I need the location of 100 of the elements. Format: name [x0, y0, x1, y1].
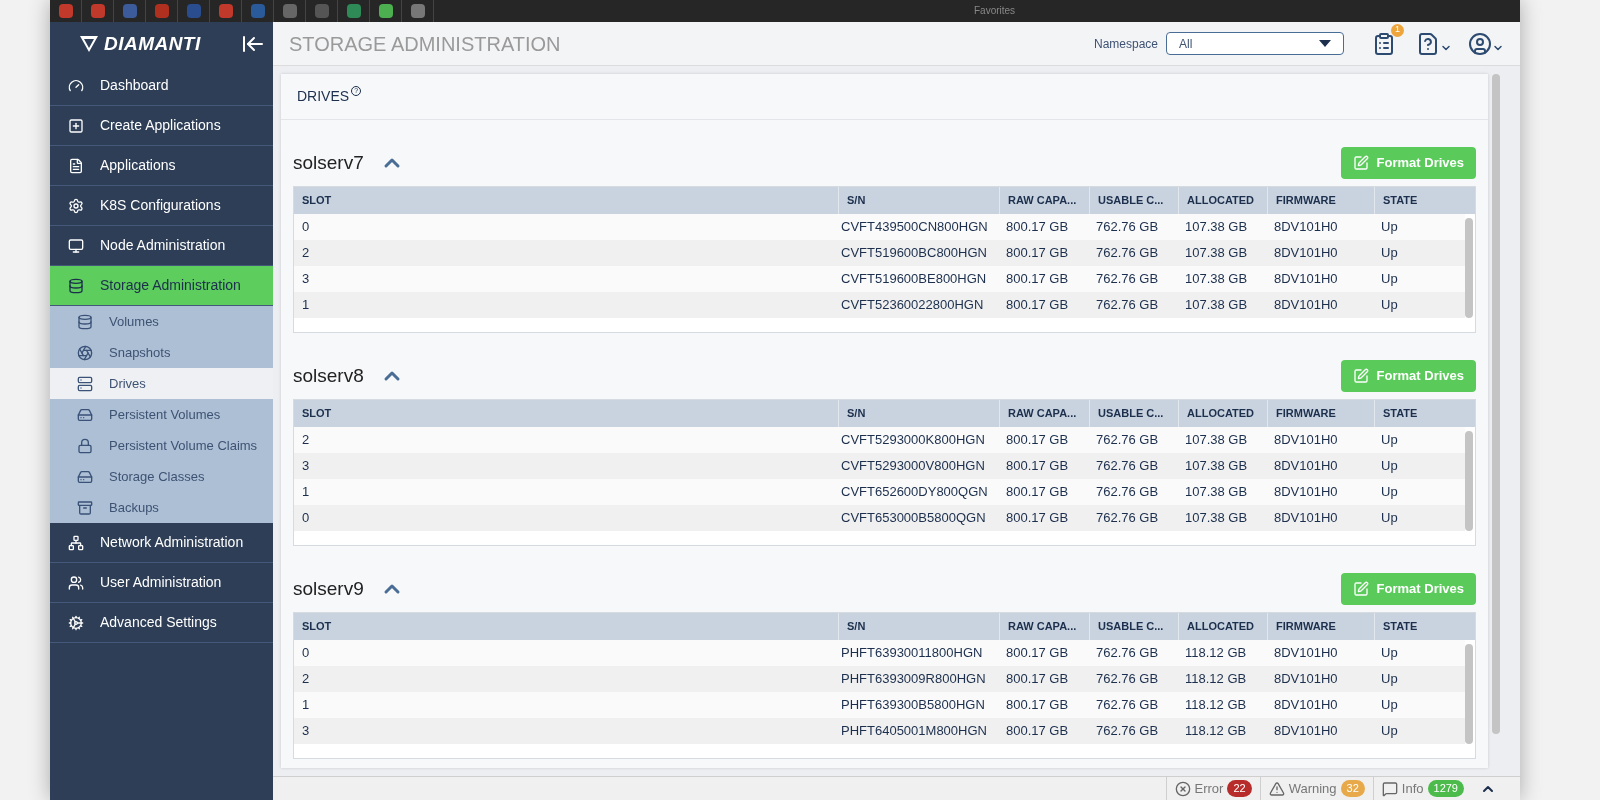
table-cell-text: Up	[1380, 296, 1399, 315]
count-badge: 1279	[1427, 780, 1464, 797]
namespace-label: Namespace	[1093, 35, 1158, 53]
bookmark-icon[interactable]	[58, 4, 73, 18]
bookmark-icon[interactable]	[346, 4, 361, 18]
table-cell-text: 762.76 GB	[1095, 509, 1160, 528]
error-icon	[1174, 780, 1191, 797]
table-cell-text: Up	[1380, 270, 1399, 289]
table-cell-text: 8DV101H0	[1273, 270, 1339, 289]
table-cell-text: 118.12 GB	[1184, 696, 1248, 715]
bookmark-icon[interactable]	[218, 4, 233, 18]
table-cell-text: Up	[1380, 509, 1399, 528]
monitor-icon	[68, 237, 84, 254]
table-cell-text: CVFT519600BE800HGN	[840, 270, 988, 289]
format-icon	[1352, 155, 1369, 171]
drive-icon	[77, 468, 93, 485]
nav-subitem[interactable]: Volumes	[50, 306, 273, 337]
nav-subitem[interactable]: Drives	[50, 368, 273, 399]
gear-icon	[68, 197, 84, 214]
panel-title: DRIVES	[297, 87, 350, 106]
table-cell-text: PHFT6405001M800HGN	[840, 722, 988, 741]
warning-icon	[1268, 780, 1285, 797]
nav-subitem[interactable]: Backups	[50, 492, 273, 523]
table-cell-text: 8DV101H0	[1273, 296, 1339, 315]
table-cell-text: 762.76 GB	[1095, 244, 1160, 263]
favorites-label[interactable]: Favorites	[974, 6, 1016, 16]
table-cell-text: Up	[1380, 431, 1399, 450]
network-icon	[68, 534, 84, 551]
table-cell-text: CVFT52360022800HGN	[840, 296, 985, 315]
table-cell-text: CVFT652600DY800QGN	[840, 483, 989, 502]
bookmark-icon[interactable]	[90, 4, 105, 18]
status-label[interactable]: Error	[1194, 778, 1224, 799]
table-cell-text: 762.76 GB	[1095, 696, 1160, 715]
column-header: SLOT	[301, 619, 333, 635]
table-cell-text: 107.38 GB	[1184, 270, 1249, 289]
table-cell-text: PHFT639300B5800HGN	[840, 696, 986, 715]
table-cell-text: 762.76 GB	[1095, 431, 1160, 450]
table-cell-text: Up	[1380, 696, 1399, 715]
table-cell-text: 118.12 GB	[1184, 670, 1248, 689]
help-icon[interactable]	[1416, 31, 1440, 56]
database-icon	[77, 313, 93, 330]
table-cell-text: 2	[301, 244, 311, 263]
table-cell-text: 118.12 GB	[1184, 644, 1248, 663]
table-cell-text: 3	[301, 722, 311, 741]
table-cell-text: 1	[301, 696, 311, 715]
count-badge: 32	[1340, 780, 1365, 797]
table-cell-text: PHFT6393009R800HGN	[840, 670, 987, 689]
table-cell-text: 2	[301, 670, 311, 689]
table-cell-text: 8DV101H0	[1273, 457, 1339, 476]
bookmark-icon[interactable]	[410, 4, 425, 18]
tasks-icon[interactable]	[1372, 31, 1396, 56]
table-cell-text: 3	[301, 457, 311, 476]
node-name: solserv7	[293, 150, 364, 175]
format-icon	[1352, 581, 1369, 597]
table-cell-text: 800.17 GB	[1005, 670, 1070, 689]
table-cell-text: Up	[1380, 722, 1399, 741]
aperture-icon	[77, 344, 93, 361]
bookmark-icon[interactable]	[282, 4, 297, 18]
user-avatar-icon[interactable]	[1468, 31, 1492, 56]
table-cell-text: 762.76 GB	[1095, 644, 1160, 663]
status-label[interactable]: Info	[1401, 778, 1424, 799]
table-cell-text: 762.76 GB	[1095, 218, 1160, 237]
namespace-dropdown[interactable]: All	[1166, 32, 1344, 55]
nav-subitem[interactable]: Storage Classes	[50, 461, 273, 492]
drive-icon	[77, 406, 93, 423]
table-cell-text: 0	[301, 509, 311, 528]
table-cell-text: 762.76 GB	[1095, 457, 1160, 476]
table-cell-text: 800.17 GB	[1005, 218, 1070, 237]
nav-item[interactable]: Storage Administration	[50, 266, 273, 306]
table-cell-text: CVFT519600BC800HGN	[840, 244, 988, 263]
table-cell-text: 107.38 GB	[1184, 483, 1249, 502]
table-cell-text: Up	[1380, 483, 1399, 502]
table-cell-text: 8DV101H0	[1273, 483, 1339, 502]
table-cell-text: 1	[301, 483, 311, 502]
table-cell-text: 762.76 GB	[1095, 670, 1160, 689]
table-cell-text: 107.38 GB	[1184, 296, 1249, 315]
format-icon	[1352, 368, 1369, 384]
table-cell-text: 8DV101H0	[1273, 670, 1339, 689]
nav-subitem[interactable]: Persistent Volumes	[50, 399, 273, 430]
table-cell-text: 107.38 GB	[1184, 431, 1249, 450]
table-cell-text: 107.38 GB	[1184, 244, 1249, 263]
table-cell-text: CVFT5293000K800HGN	[840, 431, 986, 450]
database-icon	[68, 277, 84, 294]
table-cell-text: 800.17 GB	[1005, 696, 1070, 715]
nav-subitem[interactable]: Snapshots	[50, 337, 273, 368]
table-cell-text: 107.38 GB	[1184, 509, 1249, 528]
status-label[interactable]: Warning	[1288, 778, 1337, 799]
column-header: SLOT	[301, 193, 333, 209]
table-cell-text: CVFT653000B5800QGN	[840, 509, 987, 528]
nav-subitem[interactable]: Persistent Volume Claims	[50, 430, 273, 461]
server-icon	[77, 375, 93, 392]
table-cell-text: 118.12 GB	[1184, 722, 1248, 741]
table-cell-text: 800.17 GB	[1005, 644, 1070, 663]
table-cell-text: Up	[1380, 244, 1399, 263]
table-cell-text: 800.17 GB	[1005, 270, 1070, 289]
bookmark-icon[interactable]	[378, 4, 393, 18]
table-cell-text: CVFT5293000V800HGN	[840, 457, 986, 476]
table-cell-text: Up	[1380, 218, 1399, 237]
table-cell-text: CVFT439500CN800HGN	[840, 218, 989, 237]
table-cell-text: 8DV101H0	[1273, 696, 1339, 715]
